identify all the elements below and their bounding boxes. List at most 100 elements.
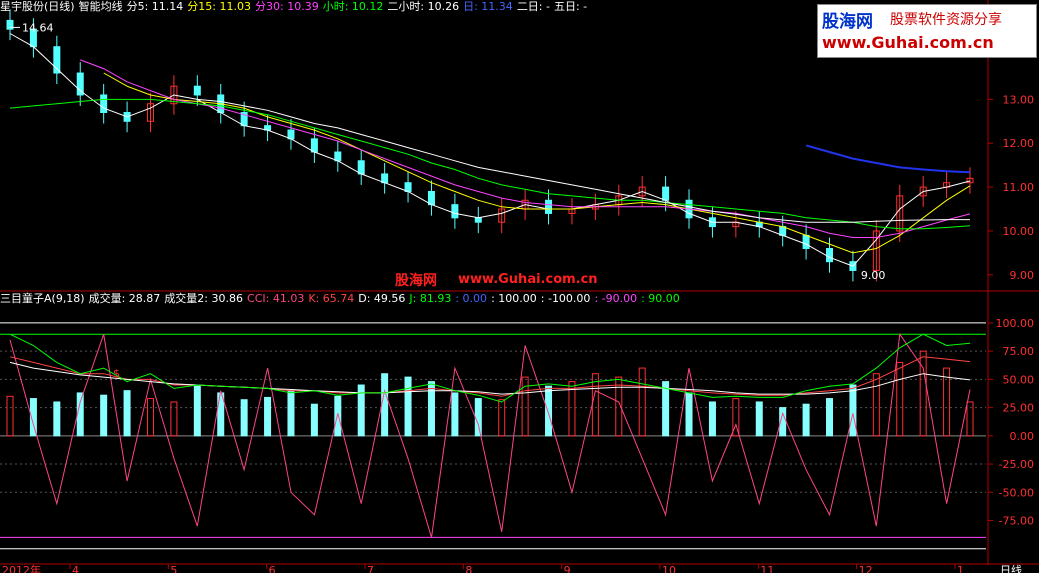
price-legend-item-3: 小时: 10.12 (322, 0, 384, 13)
indicator-legend-item-3: K: 65.74 (308, 292, 355, 305)
x-axis-month-label: 5 (170, 564, 177, 573)
volume-bar (708, 401, 716, 437)
price-tick-label: 11.00 (1003, 181, 1035, 194)
volume-bar (545, 385, 553, 437)
x-axis-month-label: 4 (72, 564, 79, 573)
volume-bar (334, 395, 342, 437)
volume-bar (919, 350, 927, 437)
price-legend-item-7: 五日: - (553, 0, 588, 13)
volume-bar (802, 403, 810, 437)
indicator-tick-label: -25.00 (999, 458, 1034, 471)
volume-bar (53, 401, 61, 437)
x-axis-month-label: 12 (859, 564, 873, 573)
volume-bar (264, 396, 272, 437)
indicator-legend-item-9: : -90.00 (594, 292, 638, 305)
volume-bar (498, 399, 506, 437)
volume-bar (896, 361, 904, 437)
price-legend-item-1: 分15: 11.03 (187, 0, 251, 13)
indicator-tick-label: 0.00 (1010, 430, 1035, 443)
ma-line-分15 (103, 72, 971, 254)
x-axis-month-label: 7 (367, 564, 374, 573)
price-legend-item-2: 分30: 10.39 (255, 0, 319, 13)
volume-bar (310, 403, 318, 437)
volume-bar (849, 384, 857, 437)
volume-bar (591, 373, 599, 437)
x-axis-month-label: 8 (465, 564, 472, 573)
indicator-tick-label: 75.00 (1003, 345, 1035, 358)
indicator-legend-item-7: : 100.00 (491, 292, 537, 305)
candle-body (357, 160, 365, 175)
volume-bar (638, 367, 646, 437)
candle-body (826, 248, 834, 263)
x-axis-month-label: 1 (957, 564, 964, 573)
candle-body (802, 234, 810, 250)
candle-body (193, 85, 201, 96)
indicator-legend-item-0: 成交量: 28.87 (88, 292, 161, 305)
volume-bar (6, 395, 14, 437)
volume-bar (170, 401, 178, 437)
price-tick-label: 13.00 (1003, 93, 1035, 106)
price-panel-header: 星宇股份(日线) 智能均线 分5: 11.14 分15: 11.03 分30: 10.3… (0, 0, 595, 14)
volume-bar (872, 373, 880, 437)
volume-bar (240, 399, 248, 437)
indicator-legend-item-2: CCI: 41.03 (247, 292, 305, 305)
period-label: 日线 (1000, 563, 1022, 573)
candle-body (474, 217, 482, 223)
volume-bar (146, 398, 154, 437)
price-low-label: 9.00 (861, 269, 886, 282)
volume-bar (123, 390, 131, 437)
volume-bar (966, 401, 974, 437)
volume-bar (404, 376, 412, 437)
price-legend-item-5: 日: 11.34 (463, 0, 513, 13)
candle-body (662, 186, 670, 201)
candle-body (334, 151, 342, 162)
indicator-legend-item-8: : -100.00 (540, 292, 591, 305)
ma-line-二小时 (197, 98, 970, 223)
indicator-tick-label: 25.00 (1003, 402, 1035, 415)
indicator-tick-label: 50.00 (1003, 373, 1035, 386)
watermark-right: www.Guhai.com.cn (458, 272, 598, 287)
volume-bar (193, 385, 201, 437)
price-tick-label: 12.00 (1003, 137, 1035, 150)
indicator-panel-header: 三目童子A(9,18) 成交量: 28.87 成交量2: 30.86 CCI: 41.… (0, 292, 688, 306)
volume-bar (451, 392, 459, 437)
volume-bar (287, 390, 295, 437)
logo-url: www.Guhai.com.cn (822, 33, 994, 52)
price-legend-item-0: 分5: 11.14 (126, 0, 184, 13)
sub-indicator-name[interactable]: 三目童子A(9,18) (0, 292, 85, 305)
candle-body (451, 204, 459, 219)
volume-bar (755, 401, 763, 437)
candle-body (310, 138, 318, 153)
x-axis-month-label: 6 (269, 564, 276, 573)
stock-name[interactable]: 星宇股份(日线) (0, 0, 75, 13)
volume-bar (826, 398, 834, 437)
indicator-tick-label: 100.00 (996, 317, 1035, 330)
volume-bar (427, 381, 435, 437)
candle-body (545, 199, 553, 214)
indicator-legend-item-1: 成交量2: 30.86 (164, 292, 244, 305)
signal-marker: $ (113, 367, 120, 380)
volume-bar (943, 367, 951, 437)
x-axis-month-label: 9 (564, 564, 571, 573)
candle-body (100, 94, 108, 114)
price-tick-label: 10.00 (1003, 225, 1035, 238)
x-axis-month-label: 10 (662, 564, 676, 573)
indicator-legend-item-6: : 0.00 (455, 292, 488, 305)
logo-tagline: 股票软件资源分享 (890, 12, 1002, 28)
volume-bar (76, 392, 84, 437)
volume-bar (474, 398, 482, 437)
ma-line-日 (805, 144, 971, 174)
ma-line-小时 (9, 98, 971, 230)
indicator-line-D (9, 361, 971, 395)
price-indicator-name: 智能均线 (78, 0, 123, 13)
volume-bar (662, 381, 670, 437)
price-legend-item-4: 二小时: 10.26 (387, 0, 460, 13)
volume-bar (381, 373, 389, 437)
indicator-legend-item-10: : 90.00 (641, 292, 680, 305)
price-tick-label: 9.00 (1010, 269, 1035, 282)
indicator-tick-label: -75.00 (999, 514, 1034, 527)
x-axis-start-label: 2012年 (2, 563, 41, 573)
volume-bar (685, 392, 693, 437)
x-axis-month-label: 11 (760, 564, 774, 573)
guhai-logo: 股海网 股票软件资源分享 www.Guhai.com.cn (817, 4, 1037, 58)
